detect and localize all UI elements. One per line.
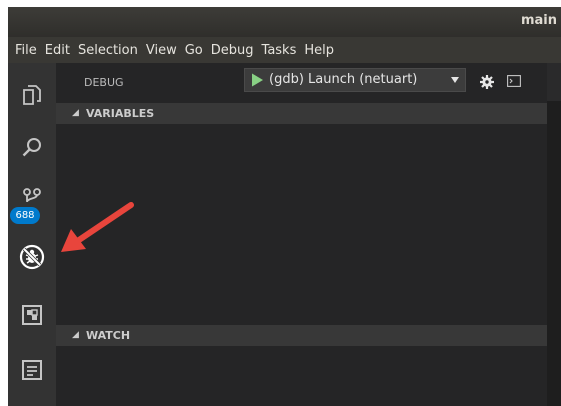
menu-bar: File Edit Selection View Go Debug Tasks … xyxy=(8,37,561,63)
gear-icon[interactable] xyxy=(480,75,494,89)
search-icon[interactable] xyxy=(20,135,44,159)
menu-selection[interactable]: Selection xyxy=(74,43,142,58)
extensions-icon[interactable] xyxy=(20,303,44,327)
menu-debug[interactable]: Debug xyxy=(207,43,258,58)
variables-section-label: VARIABLES xyxy=(86,107,155,120)
menu-help[interactable]: Help xyxy=(300,43,338,58)
menu-edit[interactable]: Edit xyxy=(41,43,74,58)
collapse-arrow-icon: ◢ xyxy=(72,108,79,118)
menu-go[interactable]: Go xyxy=(181,43,207,58)
terminal-panel-icon[interactable] xyxy=(20,358,44,382)
start-debugging-icon[interactable] xyxy=(249,72,265,88)
debug-toolbar: DEBUG (gdb) Launch (netuart) xyxy=(56,63,547,101)
watch-section-label: WATCH xyxy=(86,329,131,342)
variables-section-header[interactable]: ◢ VARIABLES xyxy=(56,103,547,124)
watch-section-header[interactable]: ◢ WATCH xyxy=(56,325,547,346)
window-title: main xyxy=(520,13,557,28)
title-bar: main xyxy=(8,7,561,37)
debug-view-title: DEBUG xyxy=(84,76,124,89)
activity-bar: 688 xyxy=(8,63,56,406)
menu-view[interactable]: View xyxy=(142,43,181,58)
chevron-down-icon xyxy=(451,77,459,83)
launch-config-selected: (gdb) Launch (netuart) xyxy=(269,72,418,87)
editor-tab-strip xyxy=(547,63,561,101)
watch-panel xyxy=(56,346,547,406)
explorer-icon[interactable] xyxy=(20,83,44,107)
menu-tasks[interactable]: Tasks xyxy=(258,43,301,58)
source-control-icon[interactable] xyxy=(20,185,44,209)
debug-sidebar: DEBUG (gdb) Launch (netuart) ◢ VARIABLES… xyxy=(56,63,547,406)
collapse-arrow-icon: ◢ xyxy=(72,330,79,340)
editor-area xyxy=(547,63,561,406)
launch-config-dropdown[interactable]: (gdb) Launch (netuart) xyxy=(244,68,466,92)
scm-count-badge: 688 xyxy=(10,207,40,224)
menu-file[interactable]: File xyxy=(11,43,41,58)
variables-panel xyxy=(56,124,547,324)
debug-icon[interactable] xyxy=(19,244,45,270)
vscode-window: main File Edit Selection View Go Debug T… xyxy=(8,7,561,406)
debug-console-icon[interactable] xyxy=(507,75,521,87)
